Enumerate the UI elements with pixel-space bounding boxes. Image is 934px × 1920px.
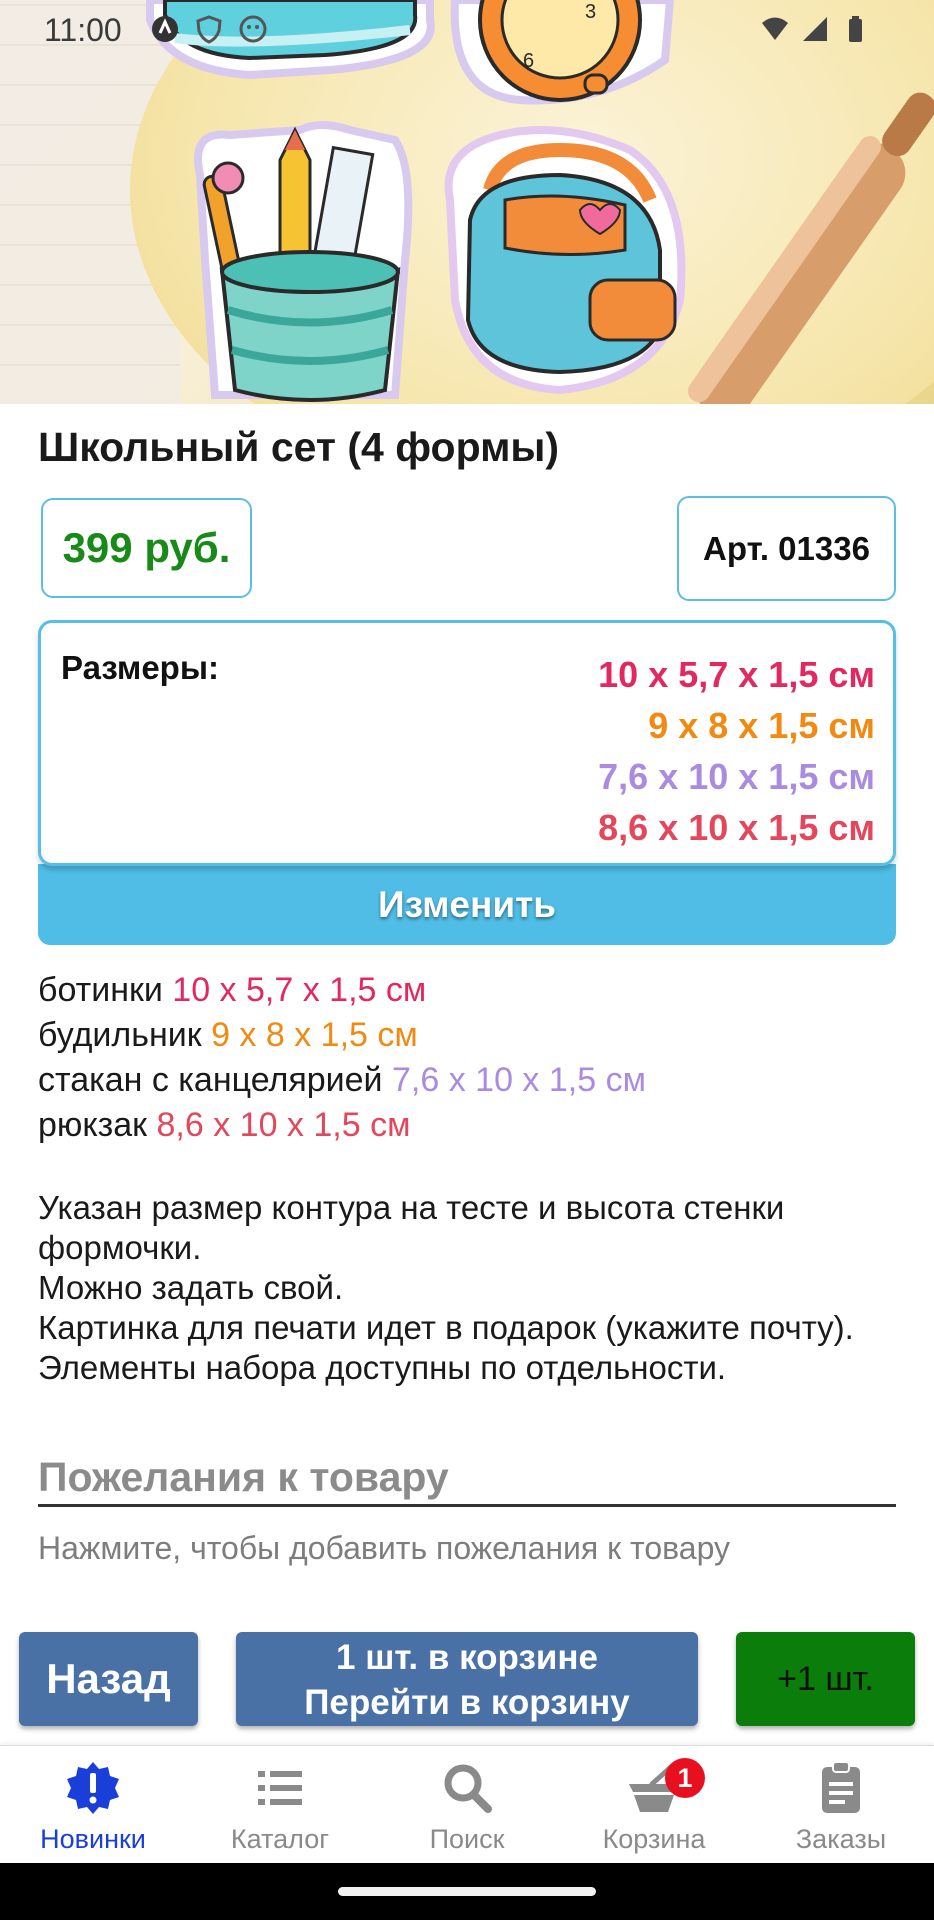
description-line: Картинка для печати идет в подарок (укаж… — [38, 1309, 854, 1346]
tab-label: Новинки — [40, 1824, 146, 1854]
face-icon — [239, 15, 267, 43]
list-item: ботинки 10 х 5,7 х 1,5 см — [38, 968, 646, 1013]
sizes-list: 10 х 5,7 х 1,5 см 9 х 8 х 1,5 см 7,6 х 1… — [598, 649, 875, 853]
cookie-cutters-illustration: 3 6 — [146, 0, 934, 404]
backpack-sticker — [444, 126, 686, 395]
search-icon — [444, 1764, 492, 1813]
tab-cart[interactable]: 1 Корзина — [561, 1746, 747, 1864]
item-name: стакан с канцелярией — [38, 1061, 383, 1099]
system-navigation-bar — [0, 1863, 934, 1920]
wishes-divider — [38, 1504, 896, 1507]
item-name: ботинки — [38, 971, 163, 1009]
tab-orders[interactable]: Заказы — [748, 1746, 934, 1864]
list-icon — [258, 1771, 302, 1805]
home-gesture-handle[interactable] — [338, 1887, 596, 1896]
status-bar: 11:00 — [0, 0, 934, 58]
cart-count-label: 1 шт. в корзине — [336, 1638, 598, 1677]
size-value-3: 7,6 х 10 х 1,5 см — [598, 756, 875, 797]
items-list: ботинки 10 х 5,7 х 1,5 см будильник 9 х … — [38, 968, 646, 1148]
shield-icon — [196, 15, 222, 44]
tab-new[interactable]: Новинки — [0, 1746, 186, 1864]
change-size-button[interactable]: Изменить — [38, 864, 896, 945]
go-to-cart-button[interactable]: 1 шт. в корзине Перейти в корзину — [236, 1632, 698, 1726]
rolling-pin — [687, 92, 934, 404]
pencil-cup-sticker — [194, 121, 413, 402]
tab-label: Каталог — [230, 1824, 330, 1854]
description-line: Элементы набора доступны по отдельности. — [38, 1349, 727, 1386]
tab-label: Поиск — [429, 1824, 505, 1854]
item-name: рюкзак — [38, 1106, 148, 1144]
clipboard-icon — [822, 1761, 860, 1813]
description-line: Можно задать свой. — [38, 1269, 344, 1306]
wishes-input[interactable]: Нажмите, чтобы добавить пожелания к това… — [38, 1530, 730, 1567]
list-item: рюкзак 8,6 х 10 х 1,5 см — [38, 1103, 646, 1148]
back-button[interactable]: Назад — [19, 1632, 198, 1726]
item-size: 9 х 8 х 1,5 см — [211, 1016, 418, 1054]
wishes-title: Пожелания к товару — [38, 1454, 449, 1500]
list-item: будильник 9 х 8 х 1,5 см — [38, 1013, 646, 1058]
bottom-tab-bar: Новинки Каталог Поиск 1 Корзина Заказы — [0, 1745, 934, 1863]
signal-icon — [803, 17, 827, 41]
item-name: будильник — [38, 1016, 202, 1054]
item-size: 8,6 х 10 х 1,5 см — [156, 1106, 411, 1144]
tab-label: Заказы — [795, 1824, 887, 1854]
battery-icon — [849, 16, 862, 42]
status-time: 11:00 — [44, 12, 122, 48]
sizes-label: Размеры: — [61, 649, 220, 686]
product-image[interactable]: 3 6 — [0, 0, 934, 404]
description-line: Указан размер контура на тесте и высота … — [38, 1189, 785, 1266]
size-value-4: 8,6 х 10 х 1,5 см — [598, 807, 875, 848]
product-description: Указан размер контура на тесте и высота … — [38, 1188, 888, 1388]
size-value-2: 9 х 8 х 1,5 см — [648, 705, 875, 746]
wifi-icon — [762, 17, 788, 40]
item-size: 10 х 5,7 х 1,5 см — [172, 971, 427, 1009]
size-value-1: 10 х 5,7 х 1,5 см — [598, 654, 875, 695]
tab-label: Корзина — [602, 1824, 706, 1854]
article-badge: Арт. 01336 — [677, 496, 896, 601]
price-badge: 399 руб. — [41, 498, 252, 598]
add-one-button[interactable]: +1 шт. — [736, 1632, 915, 1726]
cart-badge: 1 — [665, 1758, 705, 1798]
list-item: стакан с канцелярией 7,6 х 10 х 1,5 см — [38, 1058, 646, 1103]
item-size: 7,6 х 10 х 1,5 см — [392, 1061, 646, 1099]
go-to-cart-label: Перейти в корзину — [304, 1683, 630, 1722]
product-title: Школьный сет (4 формы) — [38, 424, 560, 470]
tab-catalog[interactable]: Каталог — [187, 1746, 373, 1864]
sync-icon — [152, 16, 178, 42]
tab-search[interactable]: Поиск — [374, 1746, 560, 1864]
new-badge-icon — [67, 1762, 119, 1814]
sizes-card: Размеры: 10 х 5,7 х 1,5 см 9 х 8 х 1,5 с… — [38, 620, 896, 866]
